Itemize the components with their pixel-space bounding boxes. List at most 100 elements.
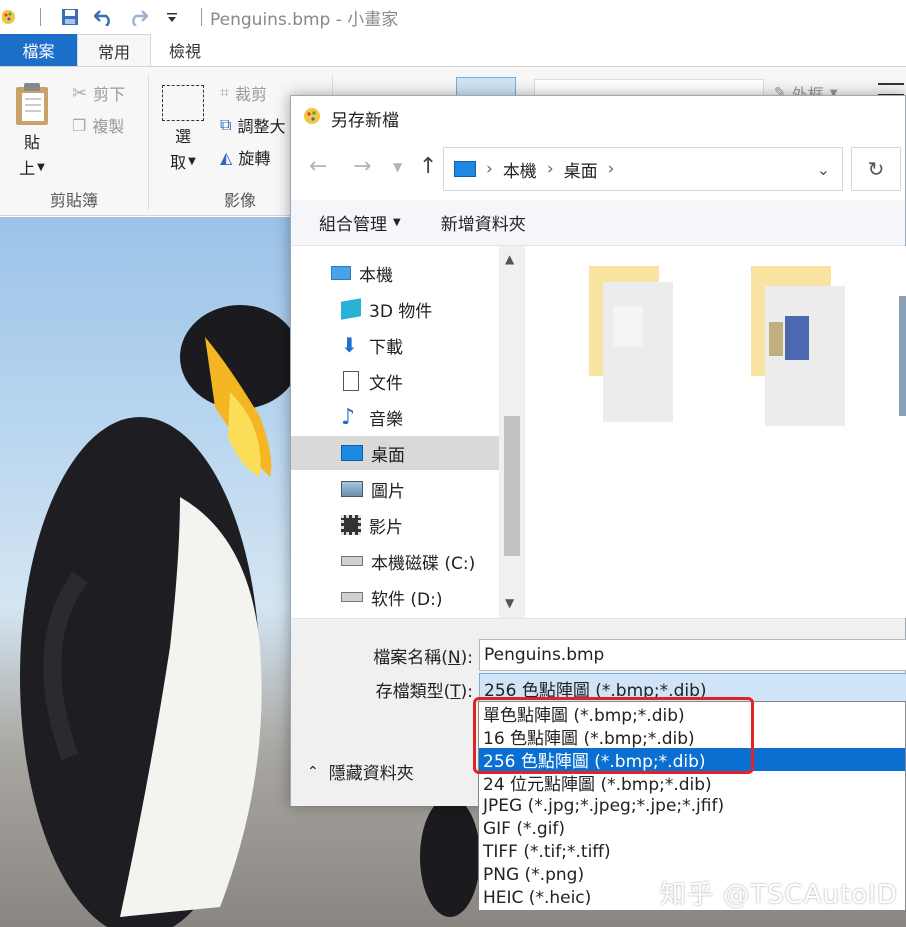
- save-icon[interactable]: [59, 6, 81, 28]
- scissors-icon: ✂: [72, 82, 88, 104]
- file-thumbnail[interactable]: [583, 266, 693, 436]
- nav-item-local-disk-c[interactable]: 本機磁碟 (C:): [291, 544, 499, 578]
- nav-item-desktop[interactable]: 桌面: [291, 436, 499, 470]
- filename-input[interactable]: Penguins.bmp: [479, 639, 906, 671]
- title-bar: Penguins.bmp - 小畫家: [0, 0, 906, 34]
- nav-item-label: 文件: [369, 373, 403, 394]
- new-folder-button[interactable]: 新增資料夾: [441, 210, 526, 235]
- cube-icon: [341, 298, 361, 320]
- breadcrumb-chevron-icon: ›: [607, 159, 615, 179]
- paint-app-icon[interactable]: [0, 6, 22, 28]
- undo-icon[interactable]: [93, 6, 115, 28]
- select-sublabel: 取: [170, 153, 187, 172]
- chevron-down-icon: ▼: [188, 155, 196, 167]
- desktop-folder-icon: [454, 161, 476, 177]
- chevron-up-icon: ⌃: [307, 763, 319, 780]
- address-dropdown-icon[interactable]: ⌄: [817, 160, 830, 179]
- group-divider: [148, 75, 149, 210]
- paste-sublabel: 上: [19, 159, 36, 178]
- scroll-up-icon[interactable]: ▲: [505, 252, 514, 266]
- quick-access-toolbar: [0, 6, 208, 28]
- breadcrumb-chevron-icon: ›: [486, 159, 493, 179]
- select-label: 選: [174, 127, 191, 146]
- nav-scrollbar[interactable]: ▲ ▼: [499, 246, 525, 618]
- filetype-option-gif[interactable]: GIF (*.gif): [479, 817, 905, 840]
- breadcrumb-desktop[interactable]: 桌面: [564, 157, 598, 182]
- nav-item-3d-objects[interactable]: 3D 物件: [291, 292, 499, 326]
- tab-home[interactable]: 常用: [77, 34, 151, 66]
- hide-folders-button[interactable]: ⌃ 隱藏資料夾: [307, 759, 414, 785]
- resize-button[interactable]: ⧉ 調整大: [220, 113, 285, 137]
- resize-icon: ⧉: [220, 115, 232, 134]
- refresh-icon: ↻: [867, 157, 885, 181]
- customize-toolbar-icon[interactable]: [161, 6, 183, 28]
- dialog-toolbar: 組合管理 ▼ 新增資料夾: [291, 200, 905, 246]
- filetype-option-24-bit-bmp[interactable]: 24 位元點陣圖 (*.bmp;*.dib): [479, 771, 905, 795]
- crop-icon: ⌗: [220, 83, 230, 102]
- back-arrow-icon[interactable]: ←: [309, 154, 327, 179]
- nav-item-label: 本機磁碟 (C:): [371, 553, 476, 574]
- paste-label: 貼: [23, 133, 40, 152]
- nav-item-this-pc[interactable]: 本機: [291, 256, 499, 290]
- redo-icon[interactable]: [127, 6, 149, 28]
- recent-locations-icon[interactable]: ▼: [393, 160, 402, 174]
- film-icon: [341, 515, 361, 535]
- picture-icon: [341, 481, 363, 497]
- nav-item-pictures[interactable]: 圖片: [291, 472, 499, 506]
- file-thumbnail[interactable]: [747, 266, 857, 436]
- nav-item-software-d[interactable]: 软件 (D:): [291, 580, 499, 614]
- forward-arrow-icon[interactable]: →: [353, 154, 371, 179]
- nav-item-downloads[interactable]: ⬇ 下載: [291, 328, 499, 362]
- filetype-option-tiff[interactable]: TIFF (*.tif;*.tiff): [479, 840, 905, 863]
- scroll-down-icon[interactable]: ▼: [505, 596, 514, 610]
- toolbar-separator: [40, 8, 41, 26]
- cut-button[interactable]: ✂ 剪下: [72, 81, 125, 105]
- filetype-option-jpeg[interactable]: JPEG (*.jpg;*.jpeg;*.jpe;*.jfif): [479, 794, 905, 817]
- crop-button[interactable]: ⌗ 裁剪: [220, 81, 267, 105]
- filename-label-text: 檔案名稱(: [373, 648, 448, 668]
- drive-icon: [341, 592, 363, 602]
- rotate-button[interactable]: ◭ 旋轉: [220, 145, 270, 169]
- tab-file[interactable]: 檔案: [0, 34, 77, 66]
- filetype-accesskey: T: [450, 682, 461, 702]
- nav-item-documents[interactable]: 文件: [291, 364, 499, 398]
- breadcrumb-chevron-icon: ›: [546, 159, 554, 179]
- highlight-box: [473, 697, 754, 774]
- system-drive-icon: [341, 556, 363, 566]
- nav-item-label: 本機: [359, 265, 393, 286]
- nav-item-label: 影片: [369, 517, 403, 538]
- crop-label: 裁剪: [235, 85, 268, 104]
- paste-button[interactable]: 貼 上 ▼: [12, 81, 52, 179]
- toolbar-separator: [201, 8, 202, 26]
- document-icon: [343, 371, 359, 391]
- nav-item-videos[interactable]: 影片: [291, 508, 499, 542]
- address-row: ← → ▼ ↑ › 本機 › 桌面 › ⌄ ↻: [291, 142, 905, 198]
- chevron-down-icon: ▼: [37, 161, 45, 173]
- refresh-button[interactable]: ↻: [851, 147, 901, 191]
- ribbon-tabs: 檔案 常用 檢視: [0, 34, 906, 66]
- resize-label: 調整大: [237, 117, 286, 136]
- copy-button[interactable]: ❐ 複製: [72, 113, 124, 137]
- nav-item-music[interactable]: ♪ 音樂: [291, 400, 499, 434]
- breadcrumb-this-pc[interactable]: 本機: [503, 157, 537, 182]
- filename-value: Penguins.bmp: [484, 645, 605, 665]
- up-arrow-icon[interactable]: ↑: [419, 154, 437, 179]
- filetype-label: 存檔類型(T):: [367, 677, 473, 702]
- desktop-icon: [341, 445, 363, 461]
- file-list: [527, 246, 906, 618]
- address-bar[interactable]: › 本機 › 桌面 › ⌄: [443, 147, 843, 191]
- chevron-down-icon: ▼: [393, 217, 401, 228]
- file-thumbnail[interactable]: [899, 296, 906, 416]
- copy-label: 複製: [92, 117, 125, 136]
- nav-item-label: 音樂: [369, 409, 403, 430]
- dialog-title: 另存新檔: [331, 110, 399, 131]
- nav-item-label: 软件 (D:): [371, 589, 443, 610]
- select-button[interactable]: 選 取 ▼: [162, 85, 204, 173]
- paste-icon: [16, 83, 48, 125]
- music-note-icon: ♪: [341, 404, 356, 430]
- organize-button[interactable]: 組合管理 ▼: [319, 210, 401, 235]
- scrollbar-thumb[interactable]: [504, 416, 520, 556]
- tab-view[interactable]: 檢視: [151, 34, 219, 66]
- organize-label: 組合管理: [319, 215, 387, 235]
- nav-item-label: 桌面: [371, 445, 405, 466]
